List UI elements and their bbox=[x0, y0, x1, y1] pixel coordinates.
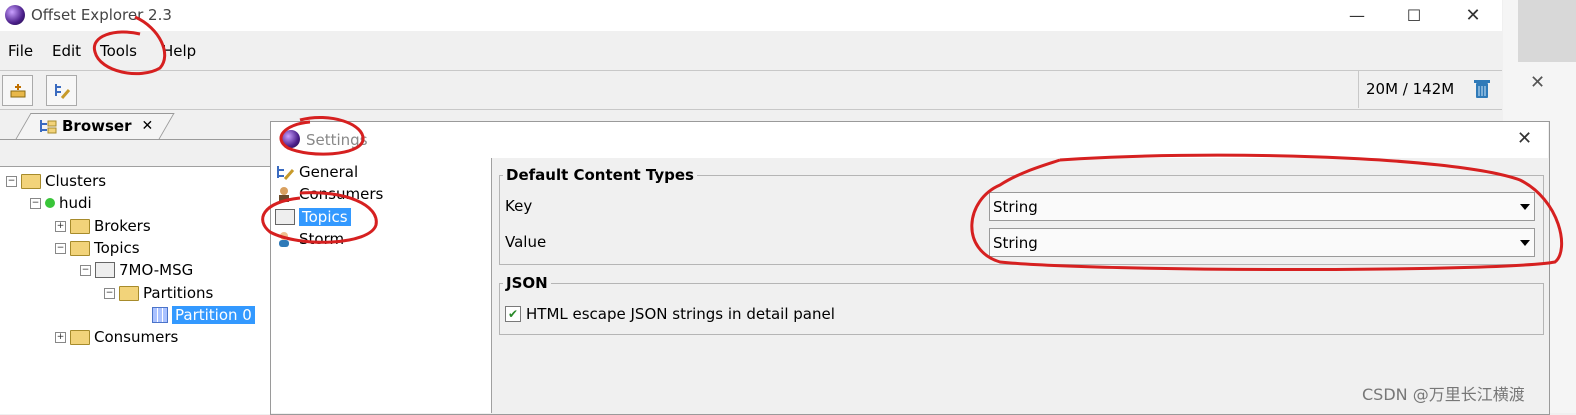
red-annotations bbox=[92, 15, 1564, 271]
annotation-settings bbox=[279, 115, 365, 156]
annotation-tools bbox=[92, 15, 167, 76]
annotation-topics bbox=[261, 191, 378, 244]
annotation-selects bbox=[970, 153, 1564, 271]
